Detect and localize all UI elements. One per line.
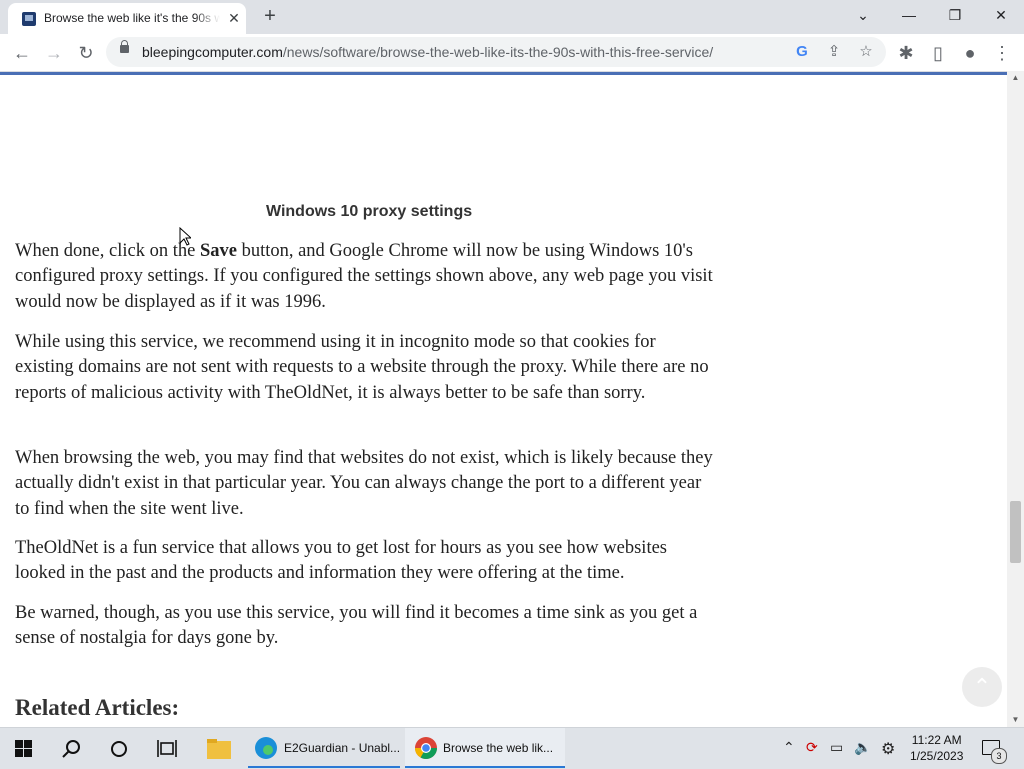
network-icon[interactable]: ▭ — [830, 739, 843, 756]
notification-badge: 3 — [991, 748, 1007, 764]
clock-time: 11:22 AM — [911, 733, 962, 747]
tab-strip: Browse the web like it's the 90s with th… — [0, 0, 1024, 34]
related-articles-heading: Related Articles: — [15, 695, 180, 720]
article-paragraph: When done, click on the Save button, and… — [15, 239, 715, 315]
article-paragraph: TheOldNet is a fun service that allows y… — [15, 538, 667, 584]
system-clock[interactable]: 11:22 AM 1/25/2023 — [910, 732, 963, 764]
scroll-up-arrow-icon[interactable]: ▲ — [1007, 71, 1024, 85]
article-paragraph: Be warned, though, as you use this servi… — [15, 603, 698, 649]
close-window-icon[interactable]: ✕ — [987, 4, 1015, 28]
side-panel-icon[interactable]: ▯ — [925, 40, 951, 66]
forward-arrow-icon[interactable]: → — [41, 40, 67, 66]
restore-icon[interactable]: ❐ — [941, 4, 969, 28]
file-explorer-icon[interactable] — [206, 738, 232, 760]
save-bold-text: Save — [199, 241, 237, 261]
menu-kebab-icon[interactable]: ⋮ — [989, 40, 1015, 66]
taskbar-app-chrome[interactable]: Browse the web lik... — [405, 728, 565, 768]
address-bar[interactable]: bleepingcomputer.com/news/software/brows… — [106, 37, 886, 67]
cortana-icon[interactable] — [109, 739, 129, 759]
minimize-icon[interactable]: — — [895, 4, 923, 28]
mouse-cursor-icon — [179, 227, 191, 246]
sync-status-icon[interactable]: ⟳ — [806, 739, 818, 756]
tab-active[interactable]: Browse the web like it's the 90s with th… — [8, 3, 246, 34]
clock-date: 1/25/2023 — [910, 749, 964, 763]
edge-browser-icon — [255, 737, 277, 759]
taskbar-app-label: E2Guardian - Unabl... — [284, 741, 401, 755]
profile-avatar-icon[interactable]: ● — [957, 40, 983, 66]
url-domain: bleepingcomputer.com — [142, 44, 283, 60]
tab-title: Browse the web like it's the 90s with th… — [44, 11, 220, 25]
taskbar-app-edge[interactable]: E2Guardian - Unabl... — [248, 728, 400, 768]
bookmark-star-icon[interactable]: ☆ — [854, 40, 878, 64]
share-icon[interactable]: ⇪ — [822, 40, 846, 64]
article-paragraph: When browsing the web, you may find that… — [15, 448, 713, 519]
search-icon[interactable] — [62, 739, 82, 759]
page-scrollbar[interactable]: ▲ ▼ — [1007, 71, 1024, 727]
new-tab-button[interactable]: + — [258, 5, 282, 29]
browser-toolbar: ← → ↻ bleepingcomputer.com/news/software… — [0, 34, 1024, 72]
show-hidden-icons-chevron-icon[interactable]: ⌃ — [783, 739, 795, 756]
scroll-down-arrow-icon[interactable]: ▼ — [1007, 713, 1024, 727]
volume-icon[interactable]: 🔈 — [854, 739, 871, 756]
google-translate-icon[interactable]: G — [790, 40, 814, 64]
reload-icon[interactable]: ↻ — [73, 40, 99, 66]
chrome-browser-icon — [415, 737, 437, 759]
scroll-to-top-icon[interactable]: ⌃ — [962, 667, 1002, 707]
url-path: /news/software/browse-the-web-like-its-t… — [282, 44, 714, 60]
close-tab-icon[interactable]: ✕ — [226, 9, 242, 27]
task-view-icon[interactable] — [157, 739, 179, 759]
action-center-icon[interactable]: 3 — [981, 738, 1007, 764]
extensions-puzzle-icon[interactable]: ✱ — [893, 40, 919, 66]
bleepingcomputer-favicon-icon — [22, 12, 36, 26]
article-paragraph: While using this service, we recommend u… — [15, 332, 709, 403]
url-text[interactable]: bleepingcomputer.com/news/software/brows… — [142, 44, 713, 60]
windows-start-icon[interactable] — [15, 740, 32, 757]
page-content: Windows 10 proxy settings When done, cli… — [0, 75, 1007, 727]
image-caption: Windows 10 proxy settings — [266, 203, 473, 220]
windows-taskbar: E2Guardian - Unabl... Browse the web lik… — [0, 727, 1024, 769]
back-arrow-icon[interactable]: ← — [9, 40, 35, 66]
tab-search-chevron-icon[interactable]: ⌄ — [849, 4, 877, 28]
paragraph-text: When done, click on the — [15, 241, 200, 261]
lock-icon[interactable] — [120, 40, 129, 53]
settings-gear-icon[interactable]: ⚙ — [881, 739, 895, 759]
taskbar-app-label: Browse the web lik... — [443, 741, 554, 755]
scrollbar-thumb[interactable] — [1010, 501, 1021, 563]
